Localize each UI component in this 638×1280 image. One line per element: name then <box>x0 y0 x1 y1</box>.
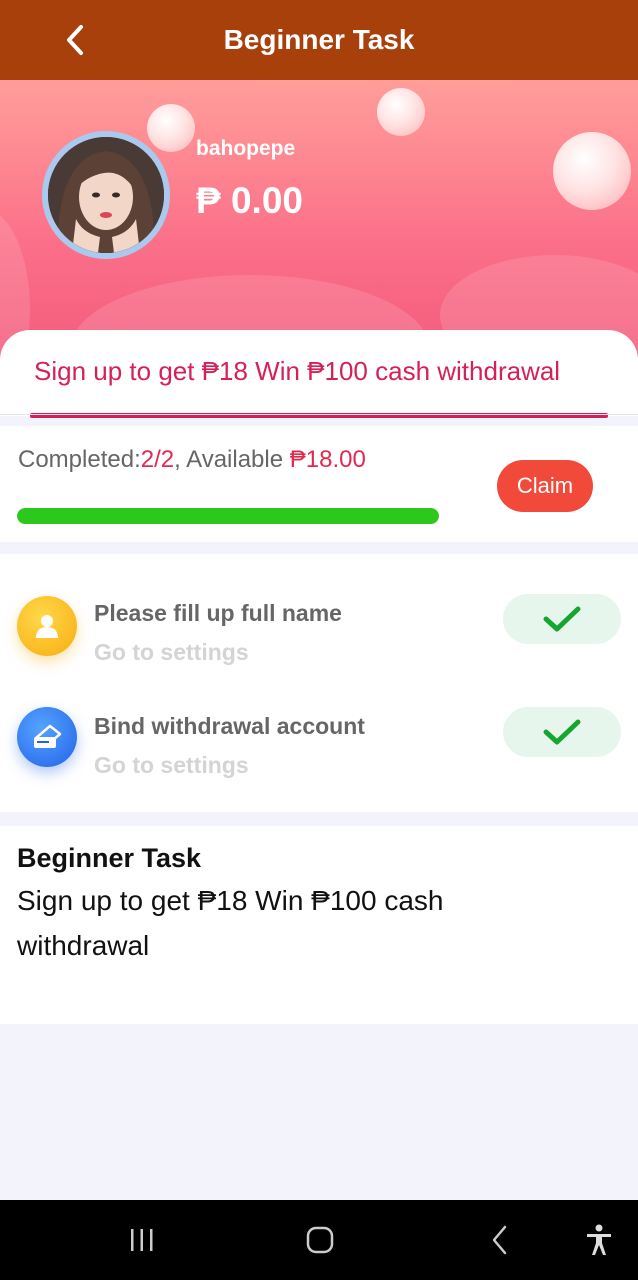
hero-bubble <box>147 104 195 152</box>
completed-label: Completed: <box>18 446 141 473</box>
task-title: Please fill up full name <box>94 600 342 626</box>
checkmark-icon <box>543 606 581 632</box>
user-icon <box>17 596 77 656</box>
available-label: Available <box>186 446 290 473</box>
home-button[interactable] <box>290 1218 350 1262</box>
back-nav-button[interactable] <box>470 1218 530 1262</box>
hero-bubble <box>377 88 425 136</box>
task-title: Bind withdrawal account <box>94 713 365 739</box>
description-card: Beginner Task Sign up to get ₱18 Win ₱10… <box>0 826 638 1024</box>
balance-amount: ₱ 0.00 <box>196 180 303 221</box>
list-item[interactable]: Please fill up full name Go to settings <box>0 594 638 694</box>
list-item[interactable]: Bind withdrawal account Go to settings <box>0 707 638 807</box>
description-body: Sign up to get ₱18 Win ₱100 cash withdra… <box>17 885 444 961</box>
accessibility-icon <box>587 1224 611 1255</box>
go-to-settings-link[interactable]: Go to settings <box>94 639 249 666</box>
avatar-image <box>48 137 164 253</box>
bank-card-icon <box>17 707 77 767</box>
separator: , <box>174 446 187 473</box>
avatar <box>42 131 170 259</box>
completed-count: 2/2 <box>140 446 175 473</box>
progress-bar-fill <box>17 508 439 524</box>
chevron-left-icon <box>67 25 83 55</box>
task-complete-badge <box>503 707 621 757</box>
page-title: Beginner Task <box>223 24 415 55</box>
go-to-settings-link[interactable]: Go to settings <box>94 752 249 779</box>
accessibility-button[interactable] <box>569 1218 629 1262</box>
progress-bar <box>17 508 439 524</box>
checkmark-icon <box>543 719 581 745</box>
back-icon <box>492 1225 507 1255</box>
progress-card: Completed:2/2, Available ₱18.00 Claim <box>0 426 638 542</box>
tab-signup-task[interactable]: Sign up to get ₱18 Win ₱100 cash withdra… <box>34 356 560 387</box>
home-icon <box>306 1226 334 1254</box>
description-title: Beginner Task <box>17 843 202 873</box>
divider <box>0 414 638 415</box>
task-tab-bar: Sign up to get ₱18 Win ₱100 cash withdra… <box>0 330 638 418</box>
task-list: Please fill up full name Go to settings … <box>0 554 638 812</box>
available-amount: ₱18.00 <box>289 446 366 473</box>
system-nav-bar <box>0 1200 638 1280</box>
hero-bubble <box>553 132 631 210</box>
claim-button[interactable]: Claim <box>497 460 593 512</box>
recent-apps-button[interactable] <box>112 1218 172 1262</box>
top-bar: Beginner Task <box>0 0 638 80</box>
task-complete-badge <box>503 594 621 644</box>
recent-apps-icon <box>131 1229 153 1251</box>
username: bahopepe <box>196 137 296 160</box>
progress-status: Completed:2/2, Available ₱18.00 <box>18 446 366 474</box>
back-button[interactable] <box>52 16 100 64</box>
